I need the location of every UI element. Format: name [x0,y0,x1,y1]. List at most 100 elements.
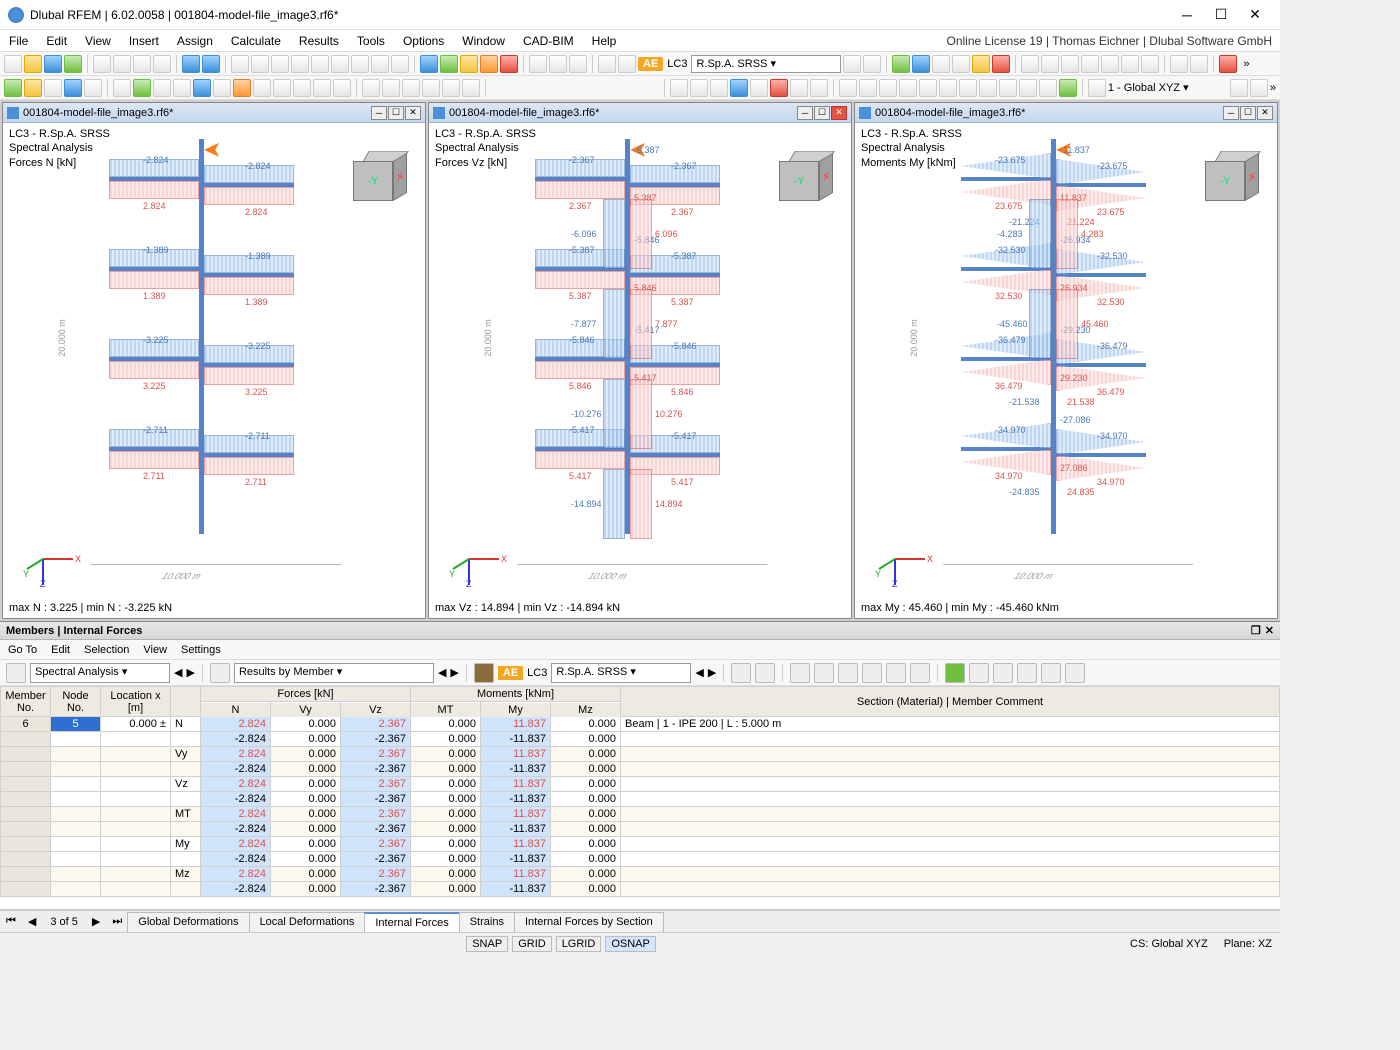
toolbar-button[interactable] [892,55,910,73]
toolbar-button[interactable] [810,79,828,97]
table-row[interactable]: 650.000 ±N2.8240.0002.3670.00011.8370.00… [1,717,1280,732]
calculate-icon[interactable] [64,55,82,73]
toolbar-button[interactable] [440,55,458,73]
snap-osnap[interactable]: OSNAP [605,936,656,952]
toolbar-button[interactable] [919,79,937,97]
toolbar-button[interactable] [952,55,970,73]
tab-first-icon[interactable]: ⏮ [0,915,22,928]
view-min-icon[interactable]: ─ [371,106,387,120]
export-icon[interactable] [945,663,965,683]
toolbar-button[interactable] [351,55,369,73]
viewport-2[interactable]: 001804-model-file_image3.rf6*─☐✕LC3 - R.… [854,102,1278,619]
menu-options[interactable]: Options [394,32,453,50]
results-type-select[interactable]: Spectral Analysis ▾ [30,663,170,683]
table-row[interactable]: Vy2.8240.0002.3670.00011.8370.000 [1,747,1280,762]
toolbar-button[interactable] [4,79,22,97]
print-icon[interactable] [133,55,151,73]
toolbar-button[interactable] [331,55,349,73]
save-icon[interactable] [44,55,62,73]
nav-prev-icon[interactable]: ◀ [438,666,446,679]
toolbar-button[interactable] [999,79,1017,97]
redo-icon[interactable] [202,55,220,73]
tab-internal-forces[interactable]: Internal Forces [364,912,459,932]
toolbar-button[interactable] [271,55,289,73]
toolbar-button[interactable] [402,79,420,97]
toolbar-button[interactable] [959,79,977,97]
toolbar-button[interactable] [422,79,440,97]
toolbar-button[interactable] [979,79,997,97]
navigation-cube[interactable]: -YX [349,143,415,203]
viewport-0[interactable]: 001804-model-file_image3.rf6*─☐✕LC3 - R.… [2,102,426,619]
toolbar-button[interactable] [273,79,291,97]
toolbar-button[interactable] [293,79,311,97]
nav-prev-icon[interactable]: ◀ [174,666,182,679]
toolbar-button[interactable] [193,79,211,97]
panel-toolbar-button[interactable] [814,663,834,683]
toolbar-button[interactable] [790,79,808,97]
menu-help[interactable]: Help [583,32,626,50]
menu-file[interactable]: File [0,32,37,50]
toolbar-button[interactable] [1019,79,1037,97]
panel-toolbar-button[interactable] [969,663,989,683]
table-row[interactable]: -2.8240.000-2.3670.000-11.8370.000 [1,792,1280,807]
toolbar-button[interactable] [1088,79,1106,97]
view-close-icon[interactable]: ✕ [831,106,847,120]
table-row[interactable]: -2.8240.000-2.3670.000-11.8370.000 [1,852,1280,867]
table-row[interactable]: MT2.8240.0002.3670.00011.8370.000 [1,807,1280,822]
panel-toolbar-button[interactable] [838,663,858,683]
toolbar-button[interactable] [213,79,231,97]
menu-assign[interactable]: Assign [168,32,222,50]
viewport-1[interactable]: 001804-model-file_image3.rf6*─☐✕LC3 - R.… [428,102,852,619]
toolbar-button[interactable] [391,55,409,73]
tab-internal-forces-by-section[interactable]: Internal Forces by Section [514,912,664,932]
toolbar-button[interactable] [233,79,251,97]
toolbar-button[interactable] [1059,79,1077,97]
panel-dock-icon[interactable]: ❐ [1251,624,1261,637]
panel-close-icon[interactable]: ✕ [1265,624,1274,637]
toolbar-button[interactable] [333,79,351,97]
table-row[interactable]: My2.8240.0002.3670.00011.8370.000 [1,837,1280,852]
panel-toolbar-button[interactable] [731,663,751,683]
loadcase-select[interactable]: R.Sp.A. SRSS ▾ [691,55,841,73]
panel-toolbar-button[interactable] [910,663,930,683]
panel-menu-go-to[interactable]: Go To [8,644,37,656]
toolbar-button[interactable] [1061,55,1079,73]
toolbar-button[interactable] [1141,55,1159,73]
panel-toolbar-button[interactable] [862,663,882,683]
toolbar-button[interactable] [1039,79,1057,97]
help-icon[interactable] [1065,663,1085,683]
toolbar-button[interactable] [912,55,930,73]
toolbar-button[interactable] [64,79,82,97]
nav-next-icon[interactable]: ▶ [450,666,458,679]
menu-results[interactable]: Results [290,32,348,50]
toolbar-button[interactable] [153,79,171,97]
toolbar-button[interactable] [253,79,271,97]
toolbar-button[interactable] [618,55,636,73]
toolbar-button[interactable] [382,79,400,97]
toolbar-button[interactable] [1101,55,1119,73]
panel-menu-selection[interactable]: Selection [84,644,129,656]
toolbar-button[interactable] [750,79,768,97]
panel-toolbar-button[interactable] [790,663,810,683]
panel-menu-view[interactable]: View [143,644,167,656]
toolbar-button[interactable] [770,79,788,97]
table-row[interactable]: -2.8240.000-2.3670.000-11.8370.000 [1,762,1280,777]
toolbar-button[interactable] [569,55,587,73]
panel-loadcase-select[interactable]: R.Sp.A. SRSS ▾ [551,663,691,683]
toolbar-button[interactable] [24,79,42,97]
nav-prev-icon[interactable]: ◀ [695,666,703,679]
toolbar-button[interactable] [972,55,990,73]
undo-icon[interactable] [182,55,200,73]
toolbar-button[interactable] [1121,55,1139,73]
toolbar-button[interactable] [598,55,616,73]
snap-grid[interactable]: GRID [512,936,552,952]
filter-icon[interactable] [993,663,1013,683]
menu-tools[interactable]: Tools [348,32,394,50]
toolbar-button[interactable] [44,79,62,97]
snap-lgrid[interactable]: LGRID [556,936,602,952]
coord-select[interactable]: 1 - Global XYZ ▾ [1108,81,1228,94]
results-table[interactable]: Member No. Node No. Location x [m] Force… [0,686,1280,910]
lc-prev-icon[interactable] [843,55,861,73]
toolbar-button[interactable] [84,79,102,97]
toolbar-button[interactable] [859,79,877,97]
